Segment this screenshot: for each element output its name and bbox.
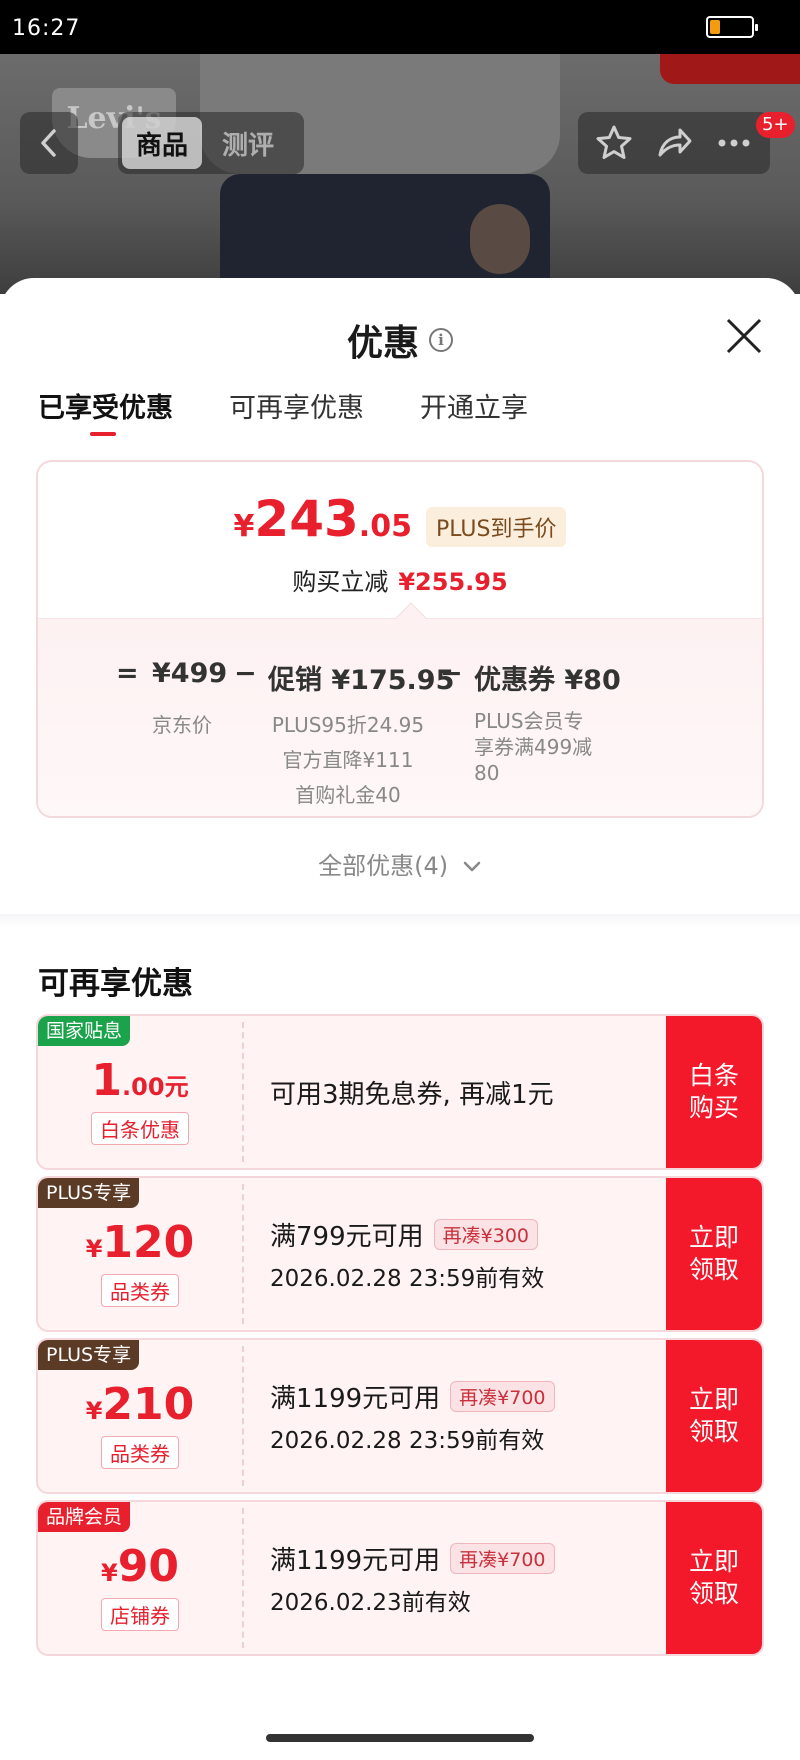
product-image-badge xyxy=(660,54,800,84)
tab-activate[interactable]: 开通立享 xyxy=(420,386,528,432)
share-icon[interactable] xyxy=(654,123,694,163)
coupon-info: 可用3期免息券, 再减1元 xyxy=(270,1016,590,1168)
base-price-label: 京东价 xyxy=(152,713,212,737)
coupon-condition: 可用3期免息券, 再减1元 xyxy=(270,1079,554,1110)
coupon-info: 满1199元可用 再凑¥700 2026.02.28 23:59前有效 xyxy=(270,1340,590,1492)
more-icon[interactable] xyxy=(714,123,754,163)
coupon-tag: PLUS专享 xyxy=(38,1340,140,1370)
tab-review[interactable]: 测评 xyxy=(208,117,288,169)
coupon-type: 白条优惠 xyxy=(91,1112,189,1145)
coupon-card: 1.00元 白条优惠 国家贴息 可用3期免息券, 再减1元 白条购买 xyxy=(36,1014,764,1170)
coupon-detail: PLUS会员专 xyxy=(474,709,584,733)
claim-button[interactable]: 立即领取 xyxy=(666,1340,762,1492)
coupon-condition: 满1199元可用 再凑¥700 xyxy=(270,1378,590,1415)
coupon-type: 店铺券 xyxy=(101,1598,179,1631)
equals-sign: = xyxy=(116,658,139,689)
coupon-separator xyxy=(242,1508,244,1648)
coupon-separator xyxy=(242,1184,244,1324)
star-icon[interactable] xyxy=(594,123,634,163)
baitiao-buy-button[interactable]: 白条购买 xyxy=(666,1016,762,1168)
minus-sign: − xyxy=(440,658,463,689)
coupon-card: ¥90 店铺券 品牌会员 满1199元可用 再凑¥700 2026.02.23前有… xyxy=(36,1500,764,1656)
product-nav-actions xyxy=(578,112,770,174)
coupon-tag: 国家贴息 xyxy=(38,1016,131,1046)
coupon-detail: 80 xyxy=(474,761,500,785)
coupon-amount: 优惠券 ¥80 xyxy=(474,665,621,696)
coupon-info: 满1199元可用 再凑¥700 2026.02.23前有效 xyxy=(270,1502,590,1654)
coupon-tag: PLUS专享 xyxy=(38,1178,140,1208)
tab-enjoyed[interactable]: 已享受优惠 xyxy=(38,386,173,436)
coupon-amount: 1.00元 xyxy=(91,1055,189,1106)
price-summary-card: ¥243.05 PLUS到手价 购买立减 ¥255.95 = ¥499 − 促销 … xyxy=(36,460,764,818)
coupon-validity: 2026.02.28 23:59前有效 xyxy=(270,1265,545,1292)
coupon-validity: 2026.02.28 23:59前有效 xyxy=(270,1427,545,1454)
sheet-title: 优惠 xyxy=(346,323,419,364)
promo-detail: 首购礼金40 xyxy=(295,783,401,807)
final-price-line: ¥243.05 PLUS到手价 xyxy=(38,490,762,548)
battery-level xyxy=(710,20,720,34)
add-more-pill: 再凑¥700 xyxy=(450,1380,555,1412)
coupon-condition: 满1199元可用 再凑¥700 xyxy=(270,1540,590,1577)
promo-amount: 促销 ¥175.95 xyxy=(268,665,455,696)
promo-detail: 官方直降¥111 xyxy=(282,748,414,772)
product-nav-tabs: 商品 测评 xyxy=(118,112,304,174)
coupon-tag: 品牌会员 xyxy=(38,1502,131,1532)
status-time: 16:27 xyxy=(12,16,81,41)
promo-detail: PLUS95折24.95 xyxy=(271,713,425,737)
coupon-card: ¥120 品类券 PLUS专享 满799元可用 再凑¥300 2026.02.28… xyxy=(36,1176,764,1332)
minus-sign: − xyxy=(234,658,257,689)
battery-icon xyxy=(706,16,758,38)
coupon-type: 品类券 xyxy=(101,1436,179,1469)
plus-price-tag: PLUS到手价 xyxy=(425,507,567,547)
coupon-validity: 2026.02.23前有效 xyxy=(270,1589,471,1616)
close-icon[interactable] xyxy=(722,314,766,358)
discount-tabs: 已享受优惠 可再享优惠 开通立享 xyxy=(38,386,528,436)
coupon-type: 品类券 xyxy=(101,1274,179,1307)
section-title: 可再享优惠 xyxy=(38,966,193,1002)
tab-product[interactable]: 商品 xyxy=(122,117,203,169)
coupon-condition: 满799元可用 再凑¥300 xyxy=(270,1216,590,1253)
add-more-pill: 再凑¥700 xyxy=(450,1542,555,1574)
product-image-hand xyxy=(470,204,530,274)
back-button[interactable] xyxy=(20,112,78,174)
coupon-details: PLUS会员专 享券满499减 80 xyxy=(474,708,592,786)
notification-badge: 5+ xyxy=(756,112,795,138)
coupon-info: 满799元可用 再凑¥300 2026.02.28 23:59前有效 xyxy=(270,1178,590,1330)
coupon-amount: ¥120 xyxy=(85,1217,195,1268)
reduce-line: 购买立减 ¥255.95 xyxy=(38,562,762,597)
product-image: Levi's xyxy=(0,54,800,294)
coupon-detail: 享券满499减 xyxy=(474,735,593,759)
add-more-pill: 再凑¥300 xyxy=(433,1218,538,1250)
coupon-amount: ¥90 xyxy=(101,1541,179,1592)
promo-details: PLUS95折24.95 官方直降¥111 首购礼金40 xyxy=(248,708,448,813)
back-icon xyxy=(41,129,56,157)
reduce-amount: ¥255.95 xyxy=(398,568,508,596)
coupon-amount: ¥210 xyxy=(85,1379,195,1430)
base-price: ¥499 xyxy=(152,658,228,689)
all-offers-toggle[interactable]: 全部优惠(4) xyxy=(0,846,800,881)
sheet-header: 优惠 i xyxy=(0,314,800,366)
coupon-separator xyxy=(242,1022,244,1162)
all-offers-label: 全部优惠(4) xyxy=(318,852,449,880)
status-bar: 16:27 xyxy=(0,0,800,54)
chevron-down-icon xyxy=(463,861,481,872)
coupon-card: ¥210 品类券 PLUS专享 满1199元可用 再凑¥700 2026.02.2… xyxy=(36,1338,764,1494)
reduce-label: 购买立减 xyxy=(292,568,389,596)
discount-sheet: 优惠 i 已享受优惠 可再享优惠 开通立享 ¥243.05 PLUS到手价 购买… xyxy=(0,278,800,1760)
section-divider xyxy=(0,914,800,928)
coupon-separator xyxy=(242,1346,244,1486)
claim-button[interactable]: 立即领取 xyxy=(666,1502,762,1654)
claim-button[interactable]: 立即领取 xyxy=(666,1178,762,1330)
final-price: ¥243.05 xyxy=(233,490,412,548)
tab-more-available[interactable]: 可再享优惠 xyxy=(229,386,364,432)
info-icon[interactable]: i xyxy=(429,328,453,352)
home-indicator[interactable] xyxy=(266,1734,534,1742)
